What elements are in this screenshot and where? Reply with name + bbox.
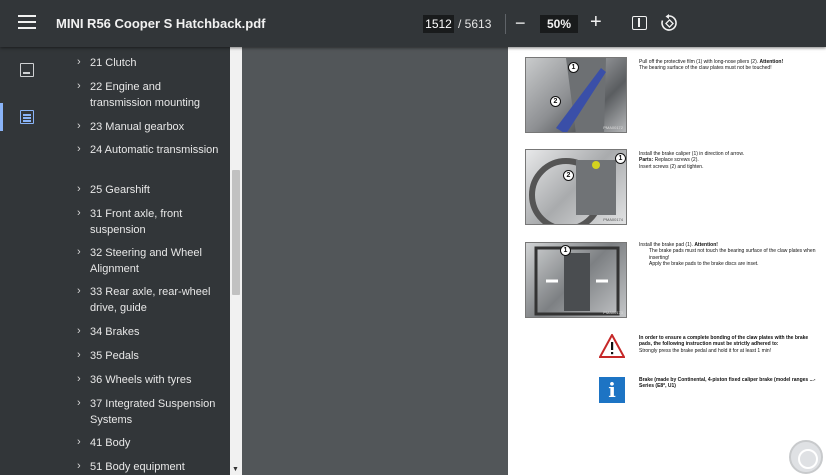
outline-item-label: 41 Body — [90, 437, 131, 449]
fit-page-icon[interactable] — [632, 16, 647, 30]
outline-item-label: 36 Wheels with tyres — [90, 374, 192, 386]
pdf-page: 1 2 PMA00172 Pull off the protective fil… — [508, 47, 826, 475]
warning-text-line: Strongly press the brake pedal and hold … — [639, 347, 772, 354]
outline-item-label: 34 Brakes — [90, 326, 140, 338]
floating-action-button[interactable] — [789, 440, 823, 474]
active-indicator — [0, 103, 3, 131]
outline-item-label: 35 Pedals — [90, 350, 139, 362]
step-text: Install the brake pad (1). Attention! Th… — [639, 242, 819, 268]
chevron-right-icon[interactable]: › — [77, 460, 81, 472]
callout-marker: 2 — [563, 170, 574, 181]
image-code: PMA00174 — [603, 217, 623, 222]
outline-item[interactable]: › 32 Steering and Wheel Alignment — [53, 245, 230, 279]
step-text-line: Install the brake pad (1). — [639, 242, 693, 248]
repair-photo: 1 2 PMA00172 — [525, 57, 627, 133]
callout-marker: 1 — [560, 245, 571, 256]
image-code: PMA00173 — [603, 310, 623, 315]
outline-item[interactable]: › 22 Engine and transmission mounting — [53, 79, 230, 113]
outline-item[interactable]: › 23 Manual gearbox — [53, 119, 230, 139]
info-icon: i — [599, 377, 625, 403]
outline-item-label: 32 Steering and Wheel Alignment — [90, 247, 202, 275]
step-text-line: Pull off the protective film (1) with lo… — [639, 59, 759, 65]
outline-item-label: 23 Manual gearbox — [90, 121, 185, 133]
thumbnails-icon[interactable] — [20, 63, 34, 77]
zoom-out-button[interactable]: − — [515, 11, 526, 35]
toolbar-divider — [505, 14, 506, 34]
chevron-right-icon[interactable]: › — [77, 183, 81, 195]
scroll-down-arrow-icon[interactable]: ▼ — [232, 466, 239, 473]
chevron-right-icon[interactable]: › — [77, 56, 81, 68]
outline-item-label: 25 Gearshift — [90, 184, 150, 196]
outline-scrollbar[interactable]: ▼ — [230, 47, 242, 475]
repair-photo: 1 PMA00173 — [525, 242, 627, 318]
step-text-line: Replace screws (2). — [654, 157, 699, 164]
step-text-line: Install the brake caliper (1) in directi… — [639, 151, 745, 157]
outline-item-label: 21 Clutch — [90, 57, 137, 69]
chevron-right-icon[interactable]: › — [77, 143, 81, 155]
sidebar-rail — [0, 47, 53, 475]
document-title: MINI R56 Cooper S Hatchback.pdf — [56, 16, 266, 31]
zoom-in-button[interactable]: + — [590, 10, 602, 34]
callout-marker: 2 — [550, 96, 561, 107]
zoom-level-input[interactable]: 50% — [540, 15, 578, 33]
chevron-right-icon[interactable]: › — [77, 80, 81, 92]
info-text: Brake (made by Continental, 4-piston fix… — [639, 377, 819, 390]
image-code: PMA00172 — [603, 125, 623, 130]
outline-item-label: 31 Front axle, front suspension — [90, 208, 183, 236]
info-text-line: Brake (made by Continental, 4-piston fix… — [639, 377, 816, 390]
scrollbar-thumb[interactable] — [232, 170, 240, 295]
outline-item-label: 22 Engine and transmission mounting — [90, 81, 201, 109]
step-text: Install the brake caliper (1) in directi… — [639, 151, 819, 170]
parts-label: Parts: — [639, 157, 654, 164]
outline-item[interactable]: › 21 Clutch — [53, 55, 230, 75]
chevron-right-icon[interactable]: › — [77, 120, 81, 132]
outline-item[interactable]: › 25 Gearshift — [53, 182, 230, 202]
outline-item-label: 51 Body equipment — [90, 461, 185, 473]
chevron-right-icon[interactable]: › — [77, 436, 81, 448]
chevron-right-icon[interactable]: › — [77, 349, 81, 361]
outline-item-label: 33 Rear axle, rear-wheel drive, guide — [90, 286, 211, 314]
outline-item-label: 37 Integrated Suspension Systems — [90, 398, 216, 426]
page-total: / 5613 — [458, 17, 492, 31]
pdf-toolbar: MINI R56 Cooper S Hatchback.pdf 1512 / 5… — [0, 0, 826, 47]
chevron-right-icon[interactable]: › — [77, 397, 81, 409]
attention-label: Attention! — [759, 59, 784, 65]
current-page-input[interactable]: 1512 — [423, 15, 454, 33]
step-text-line: The bearing surface of the claw plates m… — [639, 65, 772, 72]
chevron-right-icon[interactable]: › — [77, 246, 81, 258]
chevron-right-icon[interactable]: › — [77, 207, 81, 219]
outline-item-label: 24 Automatic transmission — [90, 144, 219, 156]
callout-marker: 1 — [568, 62, 579, 73]
outline-item[interactable]: › 33 Rear axle, rear-wheel drive, guide — [53, 284, 230, 318]
chevron-right-icon[interactable]: › — [77, 373, 81, 385]
outline-item[interactable]: › 34 Brakes — [53, 324, 230, 344]
step-text: Pull off the protective film (1) with lo… — [639, 59, 819, 72]
step-text-line: Apply the brake pads to the brake discs … — [649, 261, 759, 268]
step-text-line: The brake pads must not touch the bearin… — [649, 248, 816, 261]
outline-item[interactable]: › 31 Front axle, front suspension — [53, 206, 230, 240]
menu-icon[interactable] — [18, 15, 36, 31]
document-outline: › 21 Clutch › 22 Engine and transmission… — [53, 47, 230, 475]
callout-marker: 1 — [615, 153, 626, 164]
warning-text-line: In order to ensure a complete bonding of… — [639, 335, 809, 348]
rotate-icon[interactable] — [660, 14, 678, 32]
chevron-right-icon[interactable]: › — [77, 325, 81, 337]
warning-icon — [599, 334, 625, 358]
outline-icon[interactable] — [20, 110, 34, 124]
outline-item[interactable]: › 37 Integrated Suspension Systems — [53, 396, 230, 430]
outline-item[interactable]: › 35 Pedals — [53, 348, 230, 368]
step-text-line: Insert screws (2) and tighten. — [639, 163, 704, 170]
outline-item[interactable]: › 36 Wheels with tyres — [53, 372, 230, 392]
outline-item[interactable]: › 41 Body — [53, 435, 230, 455]
repair-photo: 1 2 PMA00174 — [525, 149, 627, 225]
outline-item[interactable]: › 51 Body equipment — [53, 459, 230, 475]
warning-text: In order to ensure a complete bonding of… — [639, 335, 819, 354]
attention-label: Attention! — [694, 242, 718, 248]
chevron-right-icon[interactable]: › — [77, 285, 81, 297]
outline-item[interactable]: › 24 Automatic transmission — [53, 142, 230, 176]
